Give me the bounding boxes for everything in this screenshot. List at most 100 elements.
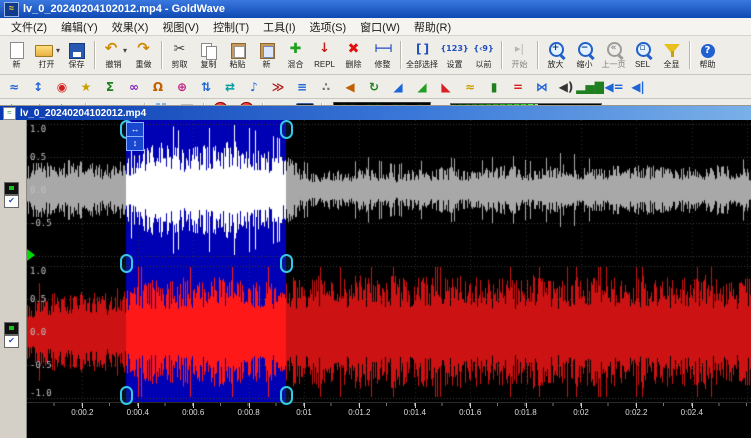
zoom-out-label: 缩小 [577, 60, 593, 69]
flanger-icon[interactable]: ∞ [122, 77, 146, 97]
zoom-in-icon: + [545, 42, 567, 60]
replace-button[interactable]: ↓REPL [310, 41, 339, 70]
dynamics-icon[interactable]: ↕ [26, 77, 50, 97]
playback-rate-icon[interactable]: ≫ [266, 77, 290, 97]
previous-zoom-icon: « [603, 42, 625, 60]
cut-icon: ✂ [169, 42, 191, 60]
window-title: lv_0_20240204102012.mp4 - GoldWave [23, 3, 225, 15]
cue-home-icon[interactable]: ◀| [626, 77, 650, 97]
zoom-in-label: 放大 [548, 60, 564, 69]
delete-label: 删除 [346, 60, 362, 69]
copy-button[interactable]: 复制 [194, 41, 223, 70]
set-markers-label: 设置 [447, 60, 463, 69]
resample-icon[interactable]: ≡ [290, 77, 314, 97]
fade-in-icon[interactable]: ◢ [410, 77, 434, 97]
open-button[interactable]: ▾打开 [31, 41, 62, 70]
pitch-icon[interactable]: ♪ [242, 77, 266, 97]
save-icon [66, 42, 88, 60]
right-channel-indicator[interactable] [4, 322, 19, 335]
selection-flag-move-icon[interactable]: ↔ [126, 122, 144, 137]
delete-button[interactable]: ✖删除 [339, 41, 368, 70]
main-toolbar: 新▾打开保存↶▾撤销↷重做✂剪取复制粘贴新✚混合↓REPL✖删除⊢⊣修整[ ]全… [0, 36, 751, 75]
selection-end-handle-middle[interactable] [280, 254, 293, 273]
noise-gate-icon[interactable]: ⋈ [530, 77, 554, 97]
time-axis[interactable]: 0:00.20:00.40:00.60:00.80:010:01.20:01.4… [27, 402, 751, 421]
speaker-icon[interactable]: ◀) [554, 77, 578, 97]
zoom-selection-button[interactable]: ▫SEL [628, 41, 657, 70]
left-channel-indicator[interactable] [4, 182, 19, 195]
selection-end-handle-top[interactable] [280, 120, 293, 139]
reverb-icon[interactable]: ∴ [314, 77, 338, 97]
selection-flag-wave-icon[interactable]: ↕ [126, 136, 144, 151]
selection-start-handle-bottom[interactable] [120, 386, 133, 405]
match-volume-icon[interactable]: = [506, 77, 530, 97]
mechanize-icon[interactable]: ⊕ [170, 77, 194, 97]
waveform-view: ↔↕ [27, 120, 751, 402]
paste-new-icon [256, 42, 278, 60]
expander-icon[interactable]: ★ [74, 77, 98, 97]
fade-out-icon[interactable]: ◣ [434, 77, 458, 97]
time-axis-label: 0:00.2 [71, 408, 93, 417]
new-button[interactable]: 新 [2, 41, 31, 70]
open-dropdown-icon[interactable]: ▾ [56, 46, 60, 55]
previous-markers-button[interactable]: {‹9}以前 [469, 41, 498, 70]
paste-new-label: 新 [263, 60, 271, 69]
filter-icon[interactable]: Σ [98, 77, 122, 97]
cut-button[interactable]: ✂剪取 [165, 41, 194, 70]
doppler-icon[interactable]: ≈ [2, 77, 26, 97]
start-marker-label: 开始 [512, 60, 528, 69]
effects-toolbar: ≈↕◉★Σ∞Ω⊕⇅⇄♪≫≡∴◀↻◢◢◣≈▮=⋈◀)▂▅▇◀=◀| [0, 75, 751, 99]
pan-icon[interactable]: ⇄ [218, 77, 242, 97]
volume-icon[interactable]: ◢ [386, 77, 410, 97]
menu-tool[interactable]: 工具(I) [256, 18, 302, 36]
paste-label: 粘贴 [230, 60, 246, 69]
zoom-in-button[interactable]: +放大 [541, 41, 570, 70]
zoom-all-button[interactable]: 全显 [657, 41, 686, 70]
redo-button[interactable]: ↷重做 [129, 41, 158, 70]
echo-icon[interactable]: ◉ [50, 77, 74, 97]
cue-left-icon[interactable]: ◀= [602, 77, 626, 97]
undo-dropdown-icon[interactable]: ▾ [123, 46, 127, 55]
time-warp-icon[interactable]: ↻ [362, 77, 386, 97]
menu-options[interactable]: 选项(S) [303, 18, 354, 36]
time-axis-label: 0:00.4 [127, 408, 149, 417]
select-all-button[interactable]: [ ]全部选择 [404, 41, 440, 70]
menu-edit[interactable]: 编辑(Y) [54, 18, 105, 36]
invert-icon[interactable]: Ω [146, 77, 170, 97]
title-bar: ≈ lv_0_20240204102012.mp4 - GoldWave [0, 0, 751, 18]
undo-button[interactable]: ↶▾撤销 [98, 41, 129, 70]
select-all-icon: [ ] [411, 42, 433, 60]
trim-button[interactable]: ⊢⊣修整 [368, 41, 397, 70]
shape-volume-icon[interactable]: ≈ [458, 77, 482, 97]
paste-button[interactable]: 粘贴 [223, 41, 252, 70]
menu-effect[interactable]: 效果(X) [105, 18, 156, 36]
menu-file[interactable]: 文件(Z) [4, 18, 54, 36]
help-button[interactable]: ?帮助 [693, 41, 722, 70]
menu-control[interactable]: 控制(T) [206, 18, 256, 36]
document-icon: ≈ [3, 107, 16, 120]
previous-zoom-label: 上一页 [602, 60, 626, 69]
paste-new-button[interactable]: 新 [252, 41, 281, 70]
selection-start-handle-middle[interactable] [120, 254, 133, 273]
mix-button[interactable]: ✚混合 [281, 41, 310, 70]
selection-end-handle-bottom[interactable] [280, 386, 293, 405]
offset-icon[interactable]: ⇅ [194, 77, 218, 97]
save-label: 保存 [69, 60, 85, 69]
eq-bars-icon[interactable]: ▂▅▇ [578, 77, 602, 97]
waveform-canvas[interactable] [27, 120, 751, 402]
new-icon [6, 42, 28, 60]
zoom-out-button[interactable]: −缩小 [570, 41, 599, 70]
menu-help[interactable]: 帮助(R) [407, 18, 458, 36]
set-markers-button[interactable]: {123}设置 [440, 41, 469, 70]
menu-view[interactable]: 视图(V) [155, 18, 206, 36]
menu-window[interactable]: 窗口(W) [353, 18, 407, 36]
zoom-selection-label: SEL [635, 60, 650, 69]
save-button[interactable]: 保存 [62, 41, 91, 70]
right-channel-checkbox[interactable]: ✔ [4, 335, 19, 348]
document-title-bar[interactable]: ≈ lv_0_20240204102012.mp4 [0, 106, 751, 120]
reverse-icon[interactable]: ◀ [338, 77, 362, 97]
toolbar-separator [501, 41, 502, 69]
left-channel-checkbox[interactable]: ✔ [4, 195, 19, 208]
maximize-icon[interactable]: ▮ [482, 77, 506, 97]
playback-position-marker[interactable] [27, 249, 35, 261]
